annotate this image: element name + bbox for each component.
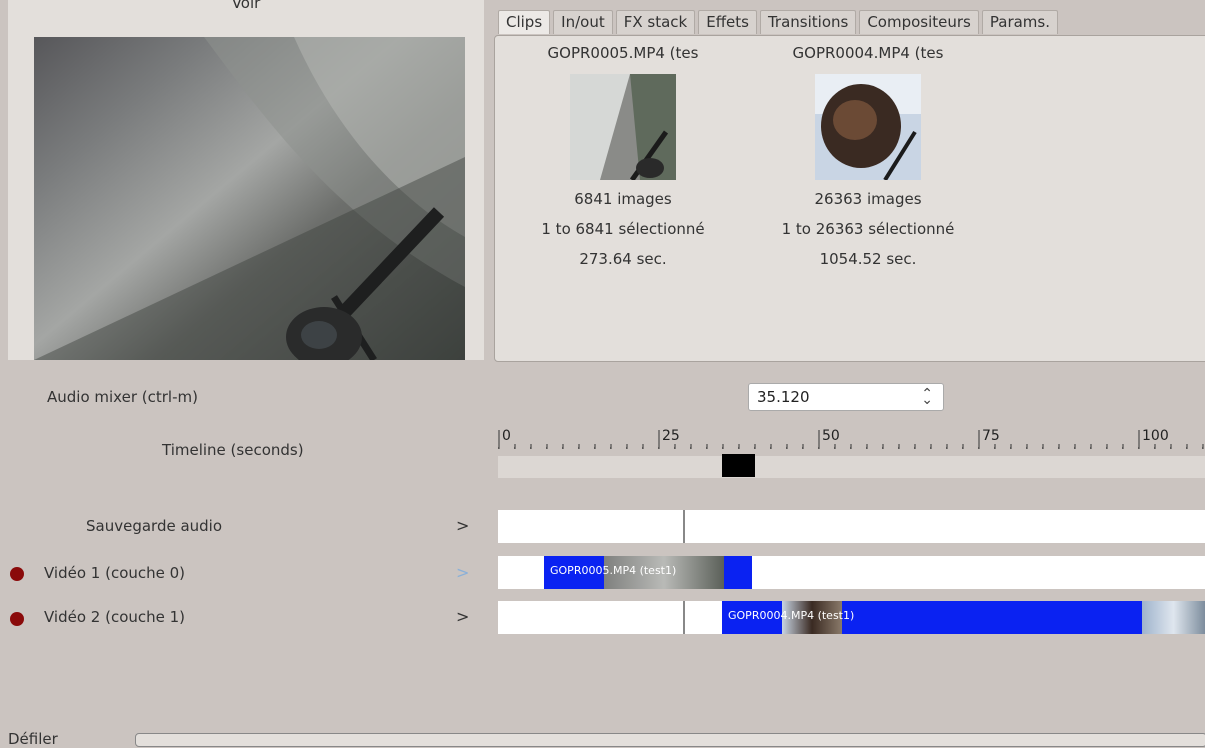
clip-duration: 273.64 sec. [579, 250, 667, 268]
ruler-tick-label: 0 [502, 428, 511, 444]
preview-panel: Voir [8, 0, 484, 360]
clip-name: GOPR0004.MP4 (tes [792, 44, 944, 62]
timeline-label: Timeline (seconds) [162, 441, 304, 459]
tab-in-out[interactable]: In/out [553, 10, 613, 34]
tab-effets[interactable]: Effets [698, 10, 757, 34]
preview-title: Voir [231, 0, 261, 12]
tab-fx-stack[interactable]: FX stack [615, 10, 696, 34]
clip-selection-range: 1 to 26363 sélectionné [781, 220, 955, 238]
tab-clips[interactable]: Clips [498, 10, 551, 34]
spin-arrows-icon[interactable]: ⌃ ⌄ [921, 386, 933, 418]
track-video-1[interactable]: GOPR0005.MP4 (test1) [498, 556, 1205, 589]
track-name: Vidéo 1 (couche 0) [44, 564, 186, 582]
timeline-scrub-track[interactable] [498, 454, 1205, 478]
tab-params[interactable]: Params. [981, 10, 1058, 34]
timeline-clip[interactable]: GOPR0005.MP4 (test1) [544, 556, 752, 589]
clips-panel: GOPR0005.MP4 (tes 6841 images 1 to 6841 … [494, 35, 1205, 362]
cursor-line [683, 510, 685, 543]
expand-chevron-icon[interactable]: > [456, 563, 469, 582]
clip-card[interactable]: GOPR0004.MP4 (tes 26363 images 1 to 2636… [753, 42, 983, 270]
track-name: Sauvegarde audio [86, 517, 223, 535]
scroll-label: Défiler [8, 730, 58, 748]
clip-thumbnail[interactable] [815, 74, 921, 180]
clip-name: GOPR0005.MP4 (tes [547, 44, 699, 62]
preview-image [34, 37, 465, 360]
expand-chevron-icon[interactable]: > [456, 607, 469, 626]
tab-compositeurs[interactable]: Compositeurs [859, 10, 979, 34]
clip-selection-range: 1 to 6841 sélectionné [541, 220, 705, 238]
record-dot-icon[interactable] [10, 612, 24, 626]
audio-mixer-link[interactable]: Audio mixer (ctrl-m) [47, 388, 198, 406]
ruler-tick-label: 25 [662, 428, 680, 444]
track-name: Vidéo 2 (couche 1) [44, 608, 186, 626]
ruler-tick-label: 75 [982, 428, 1000, 444]
clip-label: GOPR0005.MP4 (test1) [550, 564, 677, 577]
clip-image-count: 26363 images [814, 190, 922, 208]
record-dot-icon[interactable] [10, 567, 24, 581]
tab-bar: Clips In/out FX stack Effets Transitions… [498, 10, 1061, 35]
clip-label: GOPR0004.MP4 (test1) [728, 609, 855, 622]
expand-chevron-icon[interactable]: > [456, 516, 469, 535]
clip-filmstrip [1142, 601, 1205, 634]
track-audio-backup[interactable] [498, 510, 1205, 543]
track-video-2[interactable]: GOPR0004.MP4 (test1) [498, 601, 1205, 634]
tab-transitions[interactable]: Transitions [759, 10, 857, 34]
clip-image-count: 6841 images [574, 190, 672, 208]
cursor-line [683, 601, 685, 634]
timeline-clip[interactable]: GOPR0004.MP4 (test1) [722, 601, 1205, 634]
ruler-tick-label: 50 [822, 428, 840, 444]
clip-duration: 1054.52 sec. [819, 250, 917, 268]
position-spinbox[interactable]: 35.120 ⌃ ⌄ [748, 383, 944, 411]
timeline-ruler[interactable]: 0 25 50 75 100 [498, 426, 1205, 450]
clip-card[interactable]: GOPR0005.MP4 (tes 6841 images 1 to 6841 … [508, 42, 738, 270]
scroll-bar[interactable] [135, 733, 1205, 747]
position-value[interactable]: 35.120 [757, 388, 810, 406]
playhead-marker[interactable] [722, 454, 755, 477]
preview-video-frame[interactable] [34, 37, 465, 360]
ruler-tick-label: 100 [1142, 428, 1169, 444]
clip-thumbnail[interactable] [570, 74, 676, 180]
